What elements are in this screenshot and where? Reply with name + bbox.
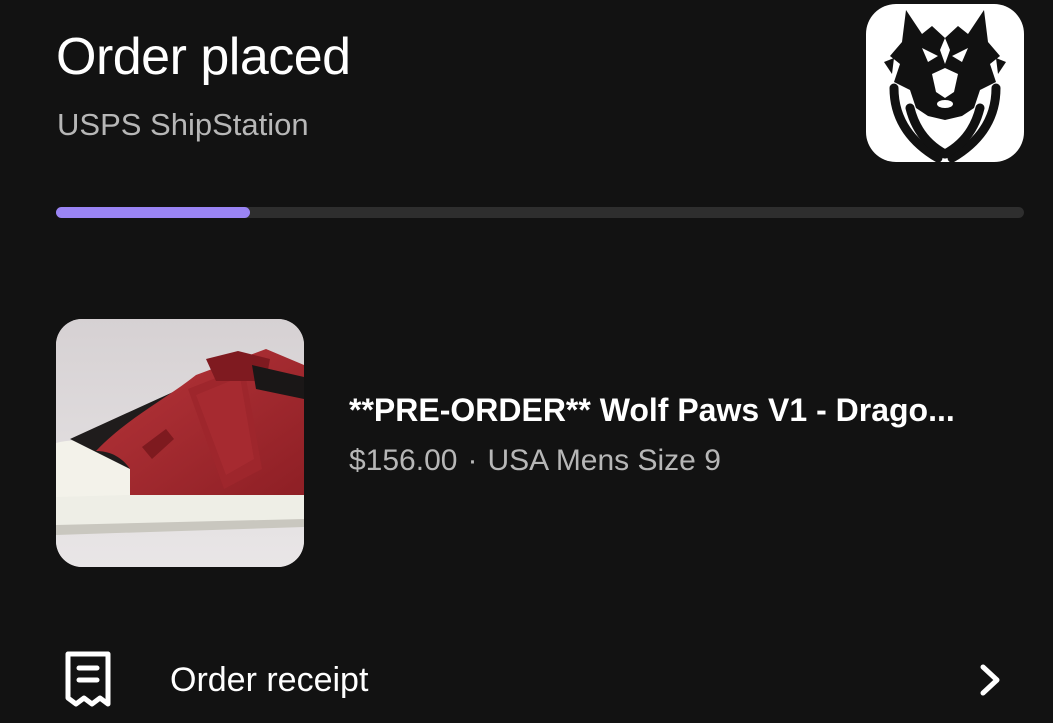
product-meta: $156.00 · USA Mens Size 9 — [349, 440, 721, 482]
order-progress-bar — [56, 207, 1024, 218]
red-sneaker-image — [56, 319, 304, 567]
product-variant: USA Mens Size 9 — [487, 444, 721, 477]
receipt-icon — [65, 651, 111, 707]
page-title: Order placed — [56, 28, 351, 86]
product-item[interactable]: **PRE-ORDER** Wolf Paws V1 - Drago... $1… — [56, 319, 1024, 567]
order-status-screen: Order placed USPS ShipStation **PRE-ORDE… — [0, 0, 1053, 723]
carrier-label: USPS ShipStation — [57, 107, 309, 142]
product-image[interactable] — [56, 319, 304, 567]
product-name[interactable]: **PRE-ORDER** Wolf Paws V1 - Drago... — [349, 389, 1009, 431]
product-price: $156.00 — [349, 444, 458, 477]
order-progress-fill — [56, 207, 250, 218]
wolf-logo-icon[interactable] — [866, 4, 1024, 162]
order-receipt-label: Order receipt — [170, 661, 369, 699]
meta-separator: · — [467, 444, 478, 477]
order-receipt-row[interactable]: Order receipt — [56, 636, 1024, 723]
chevron-right-icon — [980, 664, 1000, 696]
wolf-logo-graphic — [884, 10, 1006, 162]
